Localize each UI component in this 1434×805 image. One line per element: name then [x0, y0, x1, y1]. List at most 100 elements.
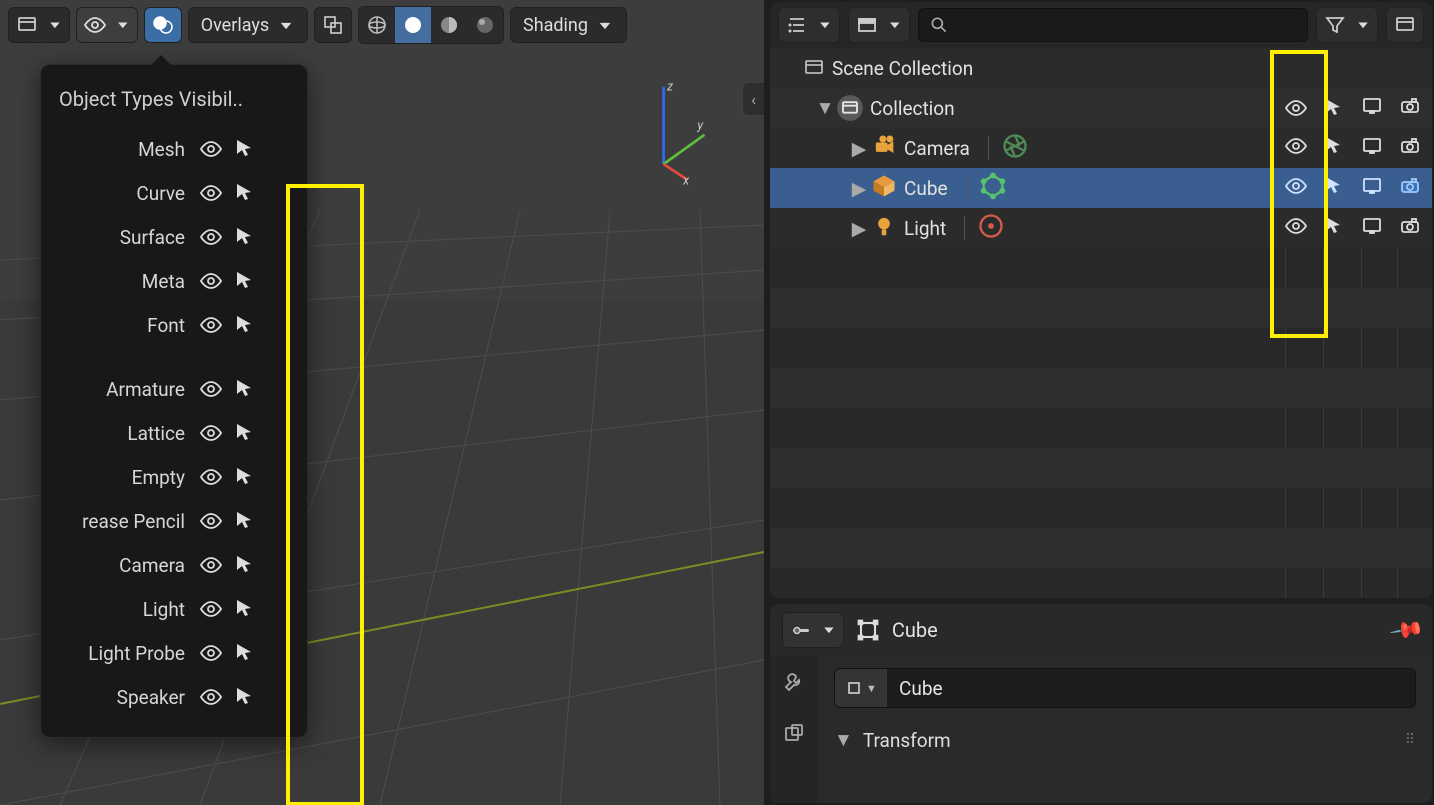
camera-icon — [870, 132, 898, 165]
toggle-selectable[interactable] — [233, 269, 257, 293]
toggle-visibility[interactable] — [199, 377, 223, 401]
toggle-viewport[interactable] — [1360, 94, 1384, 123]
toggle-visibility[interactable] — [199, 685, 223, 709]
toggle-visibility[interactable] — [199, 509, 223, 533]
visibility-row: Mesh — [59, 127, 293, 171]
toggle-visibility[interactable] — [199, 225, 223, 249]
toggle-selectable[interactable] — [233, 597, 257, 621]
toggle-selectable[interactable] — [233, 137, 257, 161]
outliner-filter[interactable]: ▼ — [1316, 7, 1378, 43]
toggle-visibility[interactable] — [199, 553, 223, 577]
outliner-search[interactable] — [918, 8, 1308, 42]
toggle-visibility[interactable] — [199, 137, 223, 161]
visibility-type-label: Lattice — [59, 422, 189, 445]
visibility-row: Empty — [59, 455, 293, 499]
collection-icon — [836, 94, 864, 122]
toggle-viewport[interactable] — [1360, 134, 1384, 163]
toggle-render[interactable] — [1398, 174, 1422, 203]
viewport-3d[interactable]: ▼ ▼ Overlays▼ — [0, 0, 764, 805]
toggle-selectable[interactable] — [233, 313, 257, 337]
shading-material[interactable] — [431, 7, 467, 43]
toggle-selectable[interactable] — [233, 421, 257, 445]
toggle-selectable[interactable] — [233, 377, 257, 401]
overlays-dropdown[interactable]: Overlays▼ — [188, 7, 308, 43]
toggle-render[interactable] — [1398, 94, 1422, 123]
pin-icon[interactable]: 📌 — [1388, 612, 1425, 648]
outliner-item[interactable]: ▶ Light — [770, 208, 1432, 248]
outliner-tree[interactable]: Scene Collection ▼ Collection ▶Camera▶C — [770, 48, 1432, 598]
transform-section-header[interactable]: ▼ Transform ⠿ — [834, 722, 1416, 758]
toggle-selectable[interactable] — [233, 465, 257, 489]
disclosure-collection[interactable]: ▼ — [814, 96, 836, 120]
toggle-selectable[interactable] — [233, 509, 257, 533]
outliner-item-label: Light — [898, 217, 946, 240]
outliner-item-label: Camera — [898, 137, 970, 160]
properties-editor-dropdown[interactable]: ▼ — [782, 612, 844, 648]
shading-solid[interactable] — [395, 7, 431, 43]
tab-render[interactable] — [778, 718, 810, 750]
toggle-selectable[interactable] — [1322, 214, 1346, 243]
light-data-icon — [977, 212, 1005, 245]
toggle-visibility[interactable] — [1284, 174, 1308, 203]
overlays-toggle[interactable] — [144, 7, 182, 43]
toggle-render[interactable] — [1398, 134, 1422, 163]
visibility-dropdown[interactable]: ▼ — [76, 7, 138, 43]
visibility-type-label: Surface — [59, 226, 189, 249]
visibility-row: Curve — [59, 171, 293, 215]
svg-text:y: y — [696, 118, 704, 133]
editor-type-dropdown[interactable]: ▼ — [8, 7, 70, 43]
shading-rendered[interactable] — [467, 7, 503, 43]
toggle-visibility[interactable] — [1284, 214, 1308, 243]
visibility-row: Lattice — [59, 411, 293, 455]
object-name-field[interactable]: ▼ Cube — [834, 668, 1416, 708]
shading-wireframe[interactable] — [359, 7, 395, 43]
toggle-selectable[interactable] — [233, 641, 257, 665]
disclosure-item[interactable]: ▶ — [848, 137, 870, 160]
outliner-display-mode[interactable]: ▼ — [848, 7, 910, 43]
visibility-type-label: rease Pencil — [59, 510, 189, 533]
toggle-visibility[interactable] — [1284, 134, 1308, 163]
toggle-visibility[interactable] — [199, 181, 223, 205]
outliner-editor-dropdown[interactable]: ▼ — [778, 7, 840, 43]
properties-context-label: Cube — [892, 618, 938, 642]
toggle-selectable[interactable] — [1322, 96, 1346, 120]
toggle-visibility[interactable] — [199, 597, 223, 621]
drag-grip-icon[interactable]: ⠿ — [1405, 732, 1416, 748]
outliner-collection[interactable]: ▼ Collection — [770, 88, 1432, 128]
outliner-panel: ▼ ▼ ▼ — [770, 2, 1432, 598]
sidebar-collapse-tab[interactable]: ‹ — [742, 82, 764, 116]
outliner-item[interactable]: ▶Cube — [770, 168, 1432, 208]
outliner-header: ▼ ▼ ▼ — [770, 2, 1432, 48]
toggle-visibility[interactable] — [199, 641, 223, 665]
toggle-selectable[interactable] — [1322, 174, 1346, 203]
toggle-selectable[interactable] — [233, 553, 257, 577]
tab-tool[interactable] — [778, 666, 810, 698]
object-name-value: Cube — [887, 677, 955, 700]
outliner-item[interactable]: ▶ Camera — [770, 128, 1432, 168]
mesh-data-icon — [979, 172, 1007, 205]
outliner-scene-collection[interactable]: Scene Collection — [770, 48, 1432, 88]
disclosure-item[interactable]: ▶ — [848, 177, 870, 200]
toggle-selectable[interactable] — [233, 685, 257, 709]
visibility-type-label: Font — [59, 314, 189, 337]
axis-gizmo[interactable]: z y x — [628, 78, 708, 188]
toggle-visibility[interactable] — [1284, 96, 1308, 120]
toggle-visibility[interactable] — [199, 465, 223, 489]
shading-dropdown[interactable]: Shading▼ — [510, 7, 627, 43]
toggle-visibility[interactable] — [199, 313, 223, 337]
toggle-selectable[interactable] — [233, 225, 257, 249]
toggle-selectable[interactable] — [1322, 134, 1346, 163]
transform-label: Transform — [863, 729, 951, 752]
visibility-type-label: Meta — [59, 270, 189, 293]
toggle-render[interactable] — [1398, 214, 1422, 243]
visibility-type-label: Camera — [59, 554, 189, 577]
visibility-row: Meta — [59, 259, 293, 303]
toggle-selectable[interactable] — [233, 181, 257, 205]
toggle-visibility[interactable] — [199, 269, 223, 293]
toggle-viewport[interactable] — [1360, 174, 1384, 203]
toggle-visibility[interactable] — [199, 421, 223, 445]
outliner-new-collection[interactable] — [1386, 7, 1424, 43]
toggle-viewport[interactable] — [1360, 214, 1384, 243]
disclosure-item[interactable]: ▶ — [848, 217, 870, 240]
xray-toggle[interactable] — [314, 7, 352, 43]
